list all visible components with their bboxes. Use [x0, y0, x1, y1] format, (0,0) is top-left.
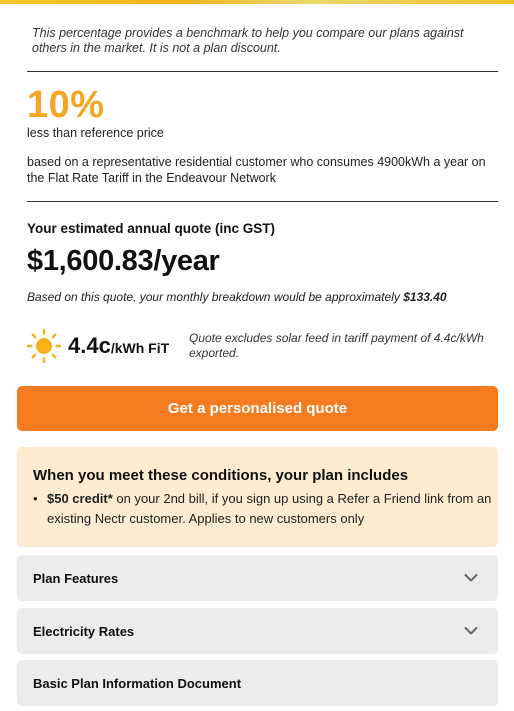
accordion-label: Basic Plan Information Document: [33, 675, 242, 691]
credit-description: on your 2nd bill, if you sign up using a…: [47, 491, 492, 526]
reference-percent-label: less than reference price: [27, 126, 164, 140]
conditions-title: When you meet these conditions, your pla…: [33, 467, 409, 484]
accordion-plan-features[interactable]: Plan Features: [17, 555, 498, 601]
top-accent-stripe: [0, 0, 514, 4]
accordion-label: Plan Features: [33, 570, 119, 586]
credit-amount: $50 credit*: [47, 491, 113, 506]
chevron-down-icon: [464, 574, 478, 582]
accordion-label: Electricity Rates: [33, 623, 135, 639]
reference-description: based on a representative residential cu…: [27, 155, 486, 185]
get-personalised-quote-button[interactable]: Get a personalised quote: [17, 386, 498, 431]
bullet: •: [33, 491, 38, 506]
reference-percent: 10%: [27, 84, 105, 126]
benchmark-note: This percentage provides a benchmark to …: [32, 26, 464, 55]
quote-heading: Your estimated annual quote (inc GST): [27, 221, 276, 236]
fit-rate-unit: /kWh FiT: [110, 340, 170, 356]
fit-note: Quote excludes solar feed in tariff paym…: [189, 331, 484, 360]
chevron-down-icon: [464, 627, 478, 635]
monthly-breakdown-text: Based on this quote, your monthly breakd…: [27, 290, 404, 304]
divider: [27, 201, 498, 202]
divider: [27, 71, 498, 72]
monthly-amount: $133.40: [403, 290, 447, 304]
fit-rate: 4.4c/kWh FiT: [68, 333, 169, 361]
monthly-breakdown: Based on this quote, your monthly breakd…: [27, 290, 497, 304]
sun-icon: [26, 328, 62, 363]
quote-price: $1,600.83/year: [27, 245, 220, 277]
conditions-list-item: • $50 credit* on your 2nd bill, if you si…: [33, 489, 493, 529]
basic-plan-information-document-link[interactable]: Basic Plan Information Document: [17, 660, 498, 706]
fit-rate-value: 4.4c: [68, 333, 111, 358]
conditions-box: When you meet these conditions, your pla…: [17, 447, 498, 547]
accordion-electricity-rates[interactable]: Electricity Rates: [17, 608, 498, 654]
